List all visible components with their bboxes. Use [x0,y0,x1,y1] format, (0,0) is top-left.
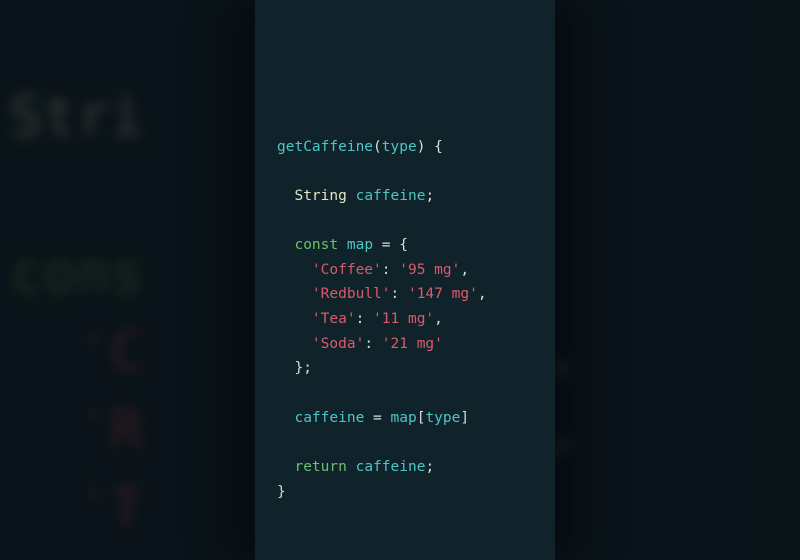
variable-name: caffeine [356,459,426,475]
map-value: '147 mg' [408,286,478,302]
brace-open: { [399,237,408,253]
paren-close: ) [417,139,426,155]
equals-op: = [373,410,382,426]
code-panel: getCaffeine(type) { String caffeine; con… [255,0,555,560]
map-key: 'Redbull' [312,286,391,302]
colon: : [382,262,391,278]
map-value: '21 mg' [382,336,443,352]
colon: : [364,336,373,352]
semicolon: ; [425,188,434,204]
map-key: 'Coffee' [312,262,382,278]
paren-open: ( [373,139,382,155]
variable-name: map [391,410,417,426]
comma: , [434,311,443,327]
colon: : [391,286,400,302]
param-name: type [382,139,417,155]
colon: : [356,311,365,327]
code-screenshot: Stri cons 'C mg', 'R 7 mg', 'T 'S }; caf… [0,0,800,560]
brace-close: } [277,484,286,500]
bracket-close: ] [460,410,469,426]
variable-name: caffeine [294,410,364,426]
const-keyword: const [294,237,338,253]
variable-name: map [347,237,373,253]
index-var: type [425,410,460,426]
map-value: '95 mg' [399,262,460,278]
variable-name: caffeine [356,188,426,204]
comma: , [478,286,487,302]
brace-open: { [434,139,443,155]
equals-op: = [382,237,391,253]
map-key: 'Tea' [312,311,356,327]
return-keyword: return [294,459,346,475]
comma: , [460,262,469,278]
function-name: getCaffeine [277,139,373,155]
map-value: '11 mg' [373,311,434,327]
brace-close: }; [294,360,311,376]
type-keyword: String [294,188,346,204]
semicolon: ; [425,459,434,475]
map-key: 'Soda' [312,336,364,352]
